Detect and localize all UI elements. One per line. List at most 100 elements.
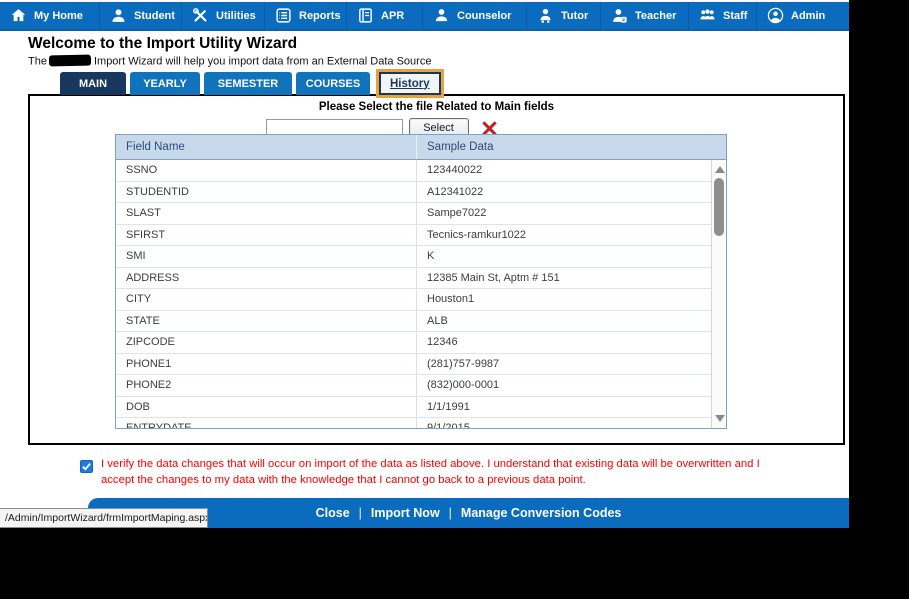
footer-separator: |: [358, 506, 362, 520]
tutor-icon: [540, 8, 551, 23]
nav-label: Student: [134, 9, 175, 22]
verify-checkbox[interactable]: [80, 460, 93, 473]
field-name-cell: DOB: [126, 400, 150, 413]
staff-icon: [700, 9, 715, 20]
field-name-cell: ADDRESS: [126, 271, 180, 284]
nav-item-counselor[interactable]: Counselor: [423, 2, 527, 29]
field-name-cell: SSNO: [126, 164, 158, 177]
teacher-icon: [613, 9, 627, 23]
sample-data-cell: Tecnics-ramkur1022: [416, 224, 711, 245]
field-name-cell: SFIRST: [126, 228, 166, 241]
screenshot-root: My Home Student Utilities Reports APR Co…: [0, 0, 909, 599]
table-row[interactable]: ADDRESS 12385 Main St, Aptm # 151: [116, 267, 711, 289]
nav-item-admin[interactable]: Admin: [757, 2, 849, 29]
tab-semester[interactable]: SEMESTER: [204, 72, 292, 95]
tab-history-highlight[interactable]: History: [376, 69, 444, 98]
nav-item-teacher[interactable]: Teacher: [601, 2, 689, 29]
wizard-tabs: MAIN YEARLY SEMESTER COURSES History: [60, 69, 444, 98]
utilities-icon: [193, 8, 207, 22]
sample-data-cell: A12341022: [416, 181, 711, 202]
field-name-cell: SLAST: [126, 207, 161, 220]
nav-label: Reports: [299, 9, 341, 22]
table-row[interactable]: STATE ALB: [116, 310, 711, 332]
nav-item-tutor[interactable]: Tutor: [527, 2, 601, 29]
nav-label: Tutor: [561, 9, 589, 22]
nav-label: Staff: [723, 9, 748, 22]
nav-item-reports[interactable]: Reports: [265, 2, 347, 29]
verify-statement: I verify the data changes that will occu…: [101, 458, 760, 486]
tab-history[interactable]: History: [381, 74, 439, 93]
table-row[interactable]: DOB 1/1/1991: [116, 396, 711, 418]
nav-label: Teacher: [635, 9, 677, 22]
scroll-down-arrow-icon[interactable]: [715, 415, 725, 422]
subtitle-suffix: Import Wizard will help you import data …: [93, 55, 432, 68]
table-body: SSNO 123440022 STUDENTID A12341022 SLAST…: [116, 160, 711, 428]
counselor-icon: [435, 9, 448, 22]
sample-data-cell: 12346: [416, 332, 711, 353]
table-header: Field Name Sample Data: [116, 135, 726, 160]
status-url-text: /Admin/ImportWizard/frmImportMaping.aspx…: [5, 512, 208, 524]
sample-data-cell: ALB: [416, 310, 711, 331]
sample-data-cell: 9/1/2015: [416, 418, 711, 428]
wizard-panel: Please Select the file Related to Main f…: [28, 94, 845, 445]
sample-data-cell: (281)757-9987: [416, 353, 711, 374]
sample-data-cell: Houston1: [416, 289, 711, 310]
nav-label: Utilities: [216, 9, 256, 22]
tab-courses[interactable]: COURSES: [296, 72, 370, 95]
column-header-field-name: Field Name: [126, 141, 185, 153]
nav-item-utilities[interactable]: Utilities: [182, 2, 265, 29]
table-row[interactable]: PHONE1 (281)757-9987: [116, 353, 711, 375]
tab-yearly[interactable]: YEARLY: [130, 72, 200, 95]
sample-data-cell: 123440022: [416, 160, 711, 181]
check-icon: [82, 463, 91, 471]
field-name-cell: ZIPCODE: [126, 336, 175, 349]
nav-item-student[interactable]: Student: [100, 2, 182, 29]
nav-label: Admin: [791, 9, 826, 22]
manage-conversion-codes-button[interactable]: Manage Conversion Codes: [461, 506, 621, 520]
table-row[interactable]: SFIRST Tecnics-ramkur1022: [116, 224, 711, 246]
nav-item-apr[interactable]: APR: [347, 2, 423, 29]
field-name-cell: SMI: [126, 250, 146, 263]
app-page: My Home Student Utilities Reports APR Co…: [0, 0, 849, 528]
table-row[interactable]: ENTRYDATE 9/1/2015: [116, 418, 711, 428]
import-now-button[interactable]: Import Now: [371, 506, 440, 520]
page-title: Welcome to the Import Utility Wizard: [28, 35, 298, 52]
nav-label: APR: [381, 9, 405, 22]
page-subtitle: The Import Wizard will help you import da…: [28, 54, 432, 68]
table-row[interactable]: CITY Houston1: [116, 289, 711, 311]
subtitle-prefix: The: [28, 55, 47, 68]
admin-icon: [767, 7, 784, 24]
nav-item-my-home[interactable]: My Home: [0, 2, 100, 29]
redaction-scribble: [48, 54, 92, 67]
table-row[interactable]: SSNO 123440022: [116, 160, 711, 182]
footer-separator: |: [448, 506, 452, 520]
nav-label: My Home: [34, 9, 83, 22]
table-row[interactable]: PHONE2 (832)000-0001: [116, 375, 711, 397]
table-scrollbar[interactable]: [711, 160, 726, 428]
close-button[interactable]: Close: [316, 506, 350, 520]
field-name-cell: PHONE2: [126, 379, 172, 392]
table-row[interactable]: SLAST Sampe7022: [116, 203, 711, 225]
field-name-cell: STATE: [126, 314, 160, 327]
column-header-sample-data: Sample Data: [416, 135, 726, 159]
field-mapping-table: Field Name Sample Data SSNO 123440022 ST…: [115, 134, 727, 429]
nav-item-staff[interactable]: Staff: [689, 2, 757, 29]
tab-main[interactable]: MAIN: [60, 72, 126, 95]
home-icon: [11, 9, 26, 22]
field-name-cell: ENTRYDATE: [116, 418, 416, 428]
sample-data-cell: (832)000-0001: [416, 375, 711, 396]
apr-icon: [359, 8, 372, 23]
top-nav: My Home Student Utilities Reports APR Co…: [0, 2, 849, 31]
file-select-prompt: Please Select the file Related to Main f…: [318, 101, 555, 113]
table-row[interactable]: SMI K: [116, 246, 711, 268]
scroll-up-arrow-icon[interactable]: [715, 166, 725, 173]
student-icon: [112, 9, 125, 22]
sample-data-cell: Sampe7022: [416, 203, 711, 224]
reports-icon: [276, 8, 291, 23]
scrollbar-thumb[interactable]: [714, 178, 724, 236]
table-row[interactable]: ZIPCODE 12346: [116, 332, 711, 354]
field-name-cell: CITY: [126, 293, 152, 306]
verify-section: I verify the data changes that will occu…: [80, 457, 792, 489]
nav-label: Counselor: [457, 9, 512, 22]
table-row[interactable]: STUDENTID A12341022: [116, 181, 711, 203]
